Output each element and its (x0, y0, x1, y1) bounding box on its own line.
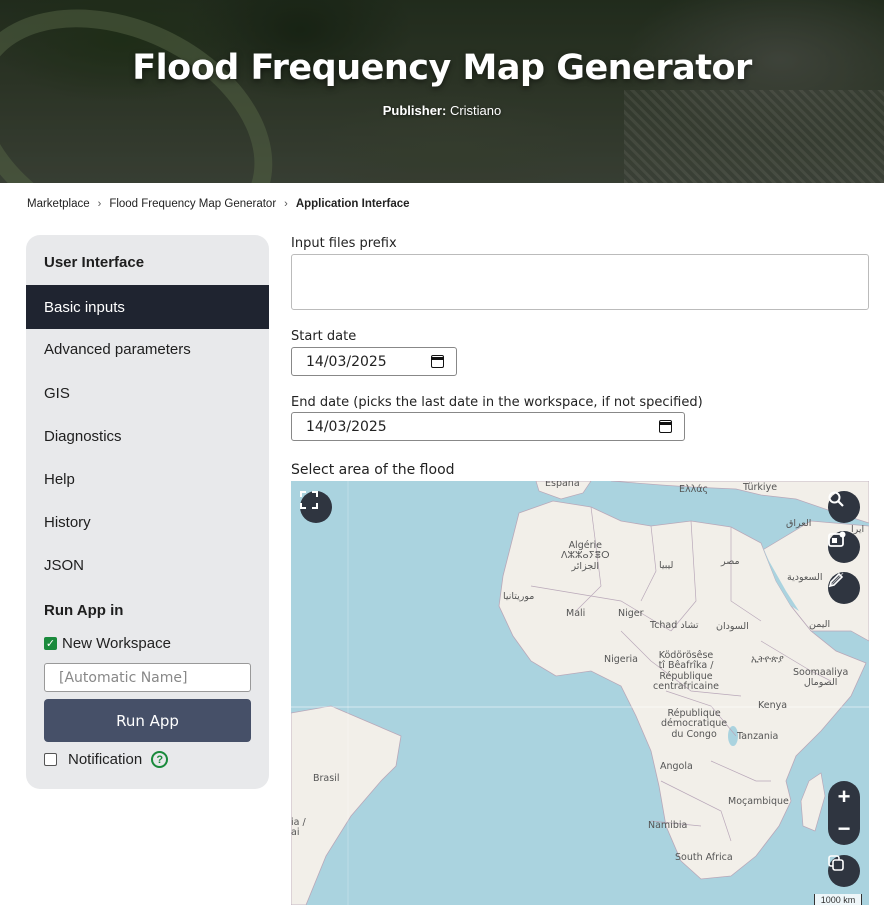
map-label-libya: ليبيا (659, 560, 674, 571)
map-label-namibia: Namibia (648, 820, 688, 831)
breadcrumb: Marketplace › Flood Frequency Map Genera… (27, 198, 410, 210)
sidebar-item-diagnostics[interactable]: Diagnostics (26, 414, 269, 458)
map-label-nigeria: Nigeria (604, 654, 638, 665)
start-date-input[interactable]: 14/03/2025 (291, 347, 457, 376)
new-workspace-label: New Workspace (62, 635, 171, 652)
calendar-icon[interactable] (431, 355, 444, 368)
fullscreen-button[interactable] (300, 491, 332, 523)
map-label-sudan: السودان (716, 621, 749, 632)
map-label-edge: ia / ai (291, 817, 306, 839)
notification-option: Notification ? (44, 751, 169, 768)
run-app-heading: Run App in (44, 602, 124, 619)
map-draw-button[interactable] (828, 572, 860, 604)
map-label-drc: République démocratique du Congo (661, 708, 728, 740)
publisher-line: Publisher: Cristiano (0, 103, 884, 118)
map-label-niger: Niger (618, 608, 644, 619)
page-title: Flood Frequency Map Generator (132, 48, 752, 88)
new-workspace-checkbox[interactable]: ✓ (44, 637, 57, 650)
zoom-controls: + − (828, 781, 860, 845)
publisher-label: Publisher: (382, 103, 447, 118)
map-label-angola: Angola (660, 761, 693, 772)
breadcrumb-app[interactable]: Flood Frequency Map Generator (109, 198, 276, 210)
map-label-yemen: اليمن (809, 619, 831, 630)
map-label-misr: مصر (721, 556, 740, 567)
map-search-button[interactable] (828, 491, 860, 523)
zoom-in-button[interactable]: + (828, 781, 860, 813)
map-label: Select area of the flood (291, 462, 455, 478)
map-image-button[interactable] (828, 531, 860, 563)
new-workspace-option[interactable]: ✓ New Workspace (44, 635, 171, 652)
layers-icon (828, 855, 844, 871)
chevron-right-icon: › (284, 198, 288, 210)
prefix-label: Input files prefix (291, 236, 397, 251)
map-label-turkiye: Türkiye (743, 482, 778, 493)
map-label-espana: España (545, 481, 580, 489)
map-label-south-africa: South Africa (675, 852, 733, 863)
end-date-input[interactable]: 14/03/2025 (291, 412, 685, 441)
end-date-label: End date (picks the last date in the wor… (291, 395, 703, 410)
breadcrumb-marketplace[interactable]: Marketplace (27, 198, 90, 210)
map-label-tanzania: Tanzania (737, 731, 779, 742)
map-label-iraq: العراق (786, 518, 812, 529)
map-scale: 1000 km (814, 894, 862, 905)
sidebar-item-basic-inputs[interactable]: Basic inputs (26, 285, 269, 329)
area-selection-map[interactable]: España Ελλάς Türkiye العراق ایرا Algérie… (291, 481, 869, 905)
hero-banner: Flood Frequency Map Generator Publisher:… (0, 0, 884, 183)
start-date-label: Start date (291, 329, 357, 344)
zoom-out-button[interactable]: − (828, 813, 860, 845)
chevron-right-icon: › (97, 198, 102, 210)
edit-pen-icon (828, 572, 844, 588)
calendar-icon[interactable] (659, 420, 672, 433)
map-label-algerie: Algérie ⴷⵣⵣⴰⵢⴻⵔ الجزائر (561, 540, 610, 572)
search-icon (828, 491, 844, 507)
map-label-ethiopia: ኢትዮጵያ (751, 654, 784, 665)
map-label-car: Ködörösêse tî Bêafrîka / République cent… (653, 650, 719, 693)
help-icon[interactable]: ? (151, 751, 169, 768)
sidebar-item-json[interactable]: JSON (26, 543, 269, 587)
map-label-mauritania: موريتانيا (503, 591, 535, 602)
start-date-value: 14/03/2025 (306, 353, 387, 370)
map-label-tchad: Tchad تشاد (650, 620, 699, 631)
map-label-saudi: السعودية (787, 572, 823, 583)
breadcrumb-current: Application Interface (295, 198, 410, 210)
notification-label: Notification (68, 751, 143, 768)
sidebar-item-advanced-parameters[interactable]: Advanced parameters (26, 327, 269, 371)
publisher-name: Cristiano (449, 103, 502, 118)
workspace-name-input[interactable] (44, 663, 251, 692)
notification-checkbox[interactable] (44, 753, 57, 766)
image-location-icon (828, 531, 846, 547)
sidebar-item-help[interactable]: Help (26, 457, 269, 501)
sidebar-item-gis[interactable]: GIS (26, 371, 269, 415)
fullscreen-icon (300, 491, 318, 509)
map-label-mozambique: Moçambique (728, 796, 789, 807)
layers-button[interactable] (828, 855, 860, 887)
end-date-value: 14/03/2025 (306, 418, 387, 435)
map-label-ellas: Ελλάς (679, 484, 709, 495)
run-app-button[interactable]: Run App (44, 699, 251, 742)
sidebar: User Interface Basic inputs Advanced par… (26, 235, 269, 789)
prefix-textarea[interactable] (291, 254, 869, 310)
sidebar-heading: User Interface (44, 254, 145, 271)
map-label-brasil: Brasil (313, 773, 340, 784)
map-label-kenya: Kenya (758, 700, 788, 711)
sidebar-item-history[interactable]: History (26, 500, 269, 544)
map-label-somalia: Soomaaliya الصومال (793, 667, 849, 689)
map-label-mali: Mali (566, 608, 586, 619)
